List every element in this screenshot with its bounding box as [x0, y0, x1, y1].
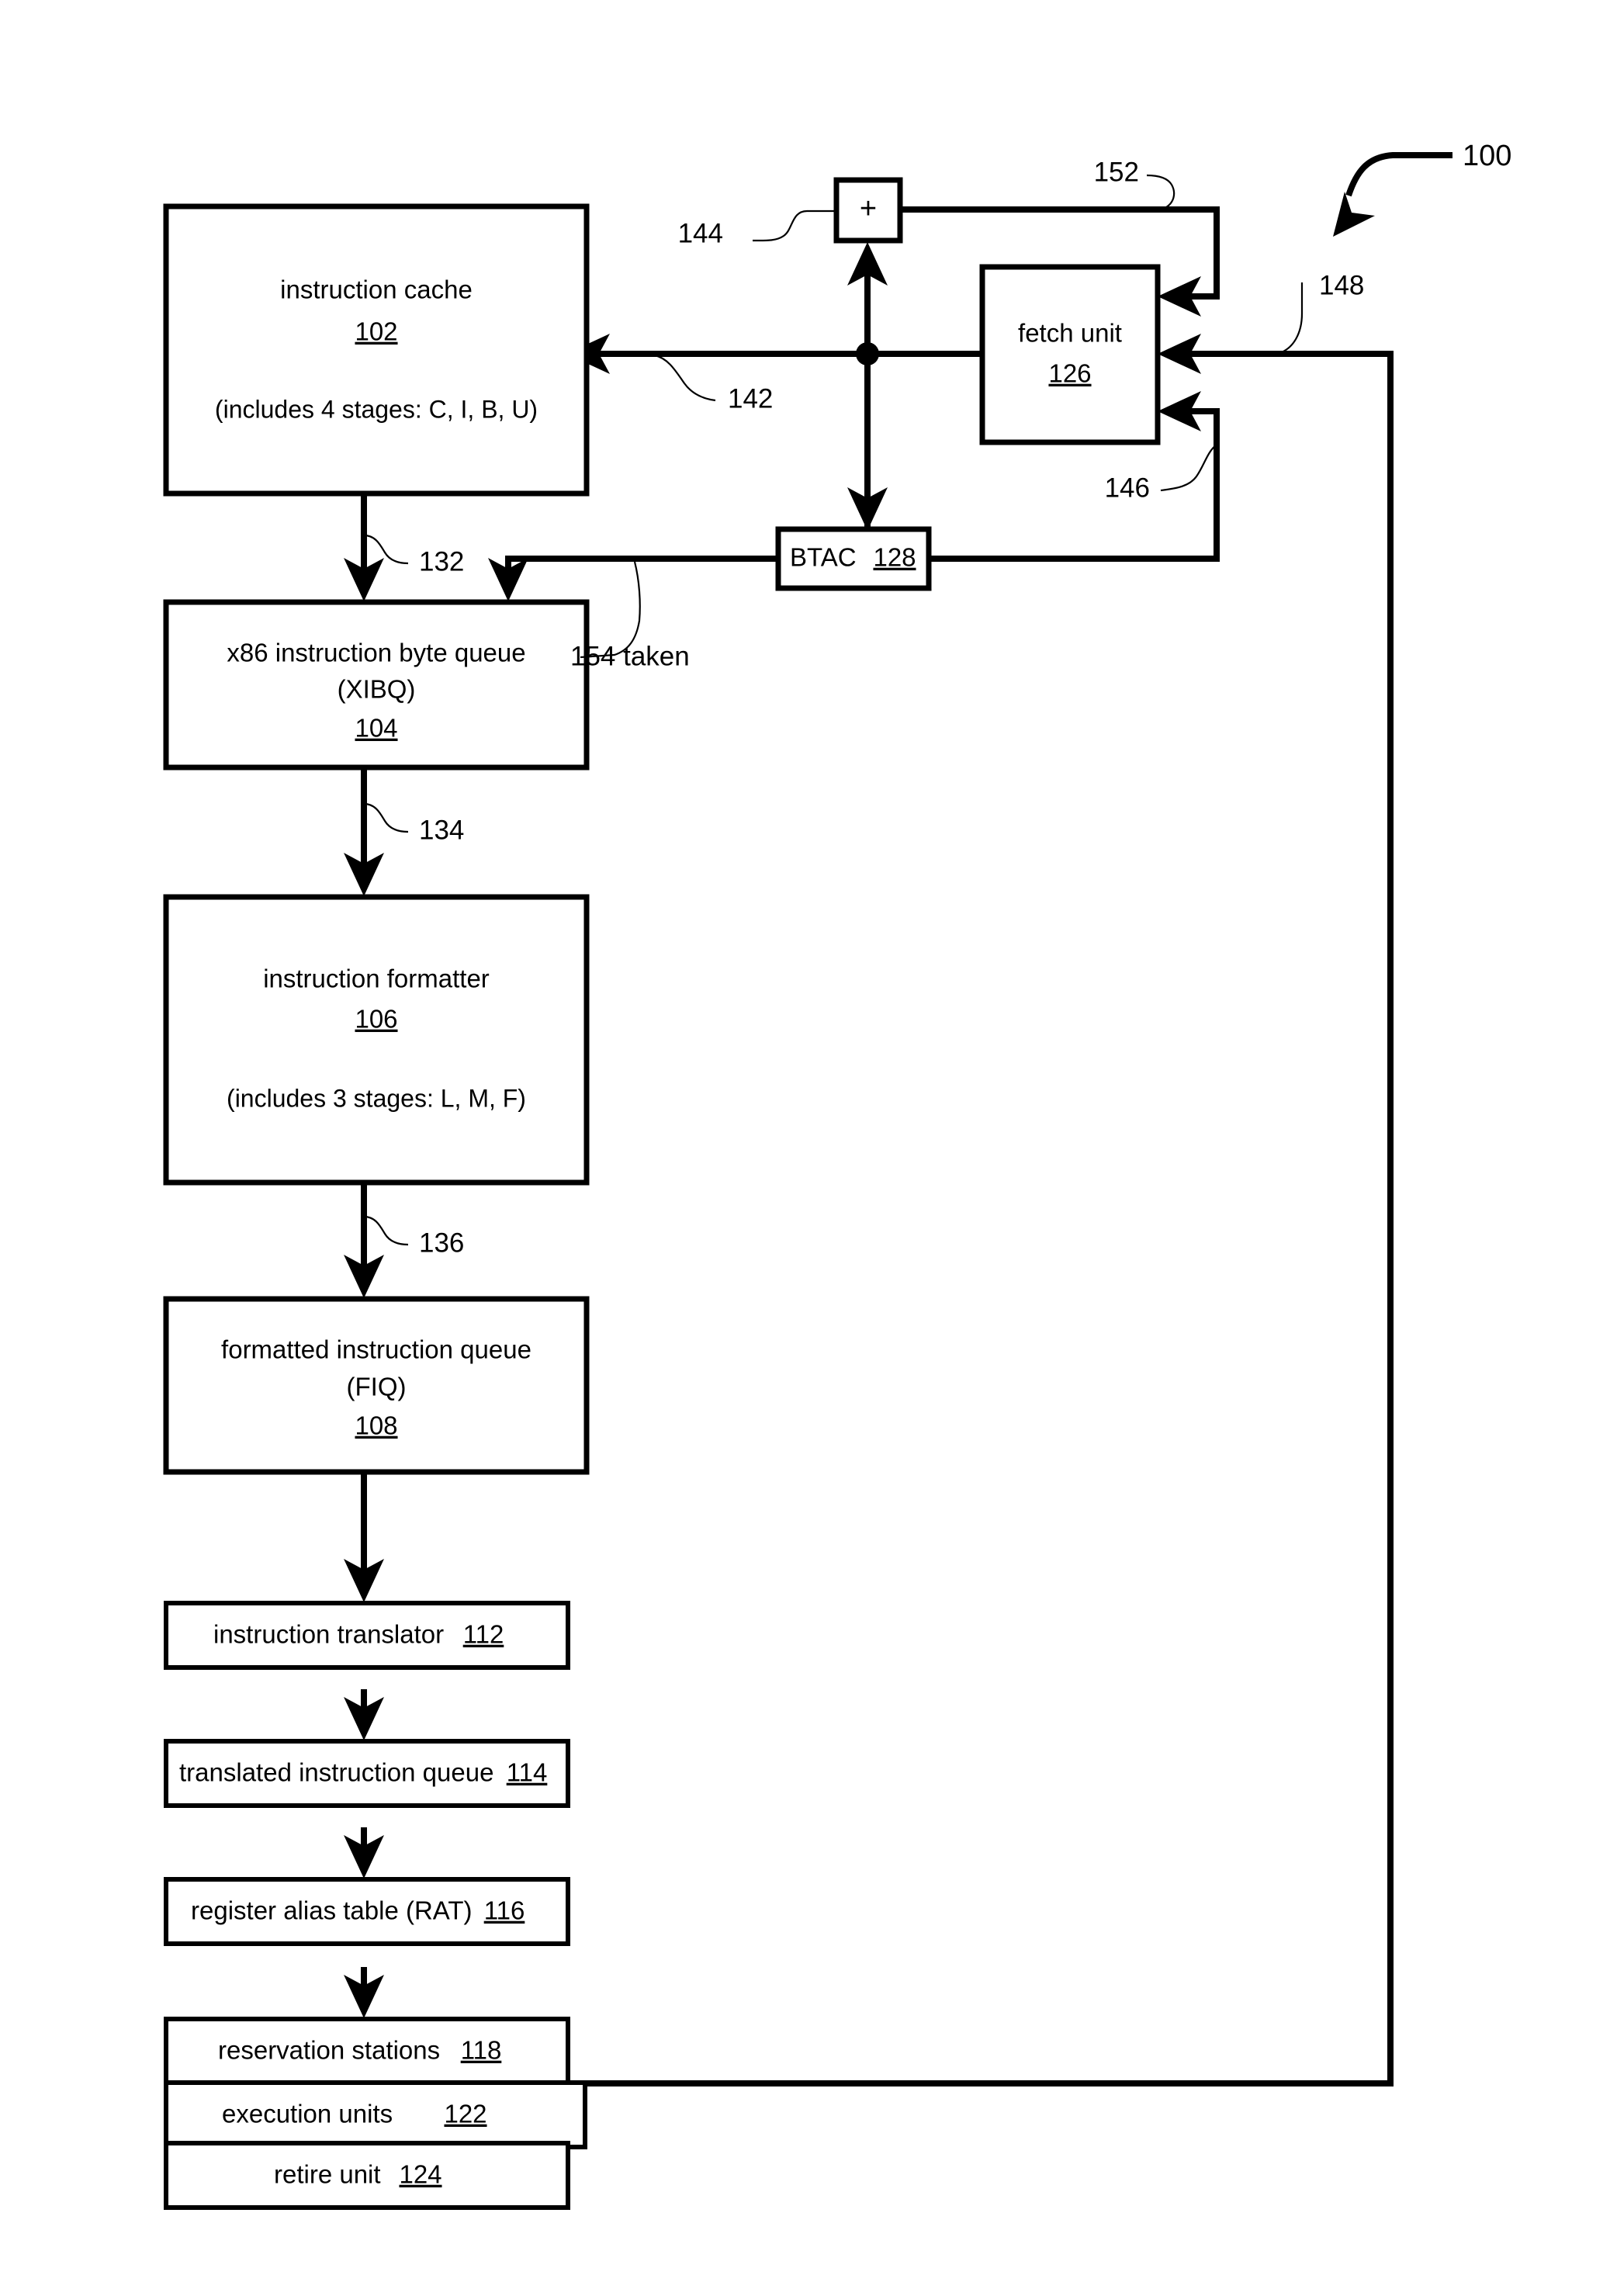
figure-ref-callout: 100 [1333, 140, 1511, 237]
block-register-alias-table[interactable]: register alias table (RAT) 116 [164, 1877, 570, 1946]
callout-132: 132 [363, 534, 464, 577]
block-instruction-translator[interactable]: instruction translator 112 [164, 1601, 570, 1670]
plus-icon: + [860, 192, 877, 225]
block-instruction-formatter[interactable]: instruction formatter 106 (includes 3 st… [163, 894, 590, 1186]
btac-label: BTAC [790, 543, 857, 572]
block-fetch-unit[interactable]: fetch unit 126 [979, 264, 1161, 445]
retire-unit-ref: 124 [399, 2160, 441, 2189]
reservation-stations-ref: 118 [461, 2036, 502, 2065]
block-instruction-cache[interactable]: instruction cache 102 (includes 4 stages… [163, 203, 590, 497]
wire-fiq-to-translator [344, 1472, 384, 1602]
callout-148: 148 [1276, 270, 1364, 355]
retire-unit-label: retire unit [274, 2160, 381, 2189]
callout-148-label: 148 [1319, 270, 1364, 300]
callout-142-label: 142 [728, 383, 773, 414]
fiq-label-line2: (FIQ) [347, 1373, 407, 1401]
wire-tiq-to-rat [344, 1827, 384, 1879]
figure-ref-number: 100 [1463, 140, 1511, 172]
block-xibq[interactable]: x86 instruction byte queue (XIBQ) 104 [163, 599, 590, 771]
instruction-translator-label: instruction translator [213, 1620, 444, 1649]
wire-136-formatter-to-fiq [344, 1183, 384, 1298]
instruction-translator-ref: 112 [463, 1620, 504, 1649]
block-translated-instruction-queue[interactable]: translated instruction queue 114 [164, 1739, 570, 1808]
instruction-cache-ref: 102 [355, 317, 397, 346]
callout-136: 136 [363, 1215, 464, 1258]
fetch-unit-label: fetch unit [1018, 319, 1122, 348]
fetch-unit-ref: 126 [1048, 359, 1091, 388]
callout-144: 144 [678, 210, 836, 248]
reservation-stations-label: reservation stations [218, 2036, 440, 2065]
btac-ref: 128 [873, 543, 916, 572]
callout-152-label: 152 [1094, 157, 1139, 187]
wire-rat-to-reservation [344, 1967, 384, 2018]
callout-144-label: 144 [678, 218, 723, 248]
block-execution-units[interactable]: execution units 122 [164, 2080, 587, 2149]
wire-adder-trunk [847, 242, 888, 531]
callout-142: 142 [654, 354, 773, 414]
block-retire-unit[interactable]: retire unit 124 [164, 2141, 570, 2210]
callout-134-label: 134 [419, 815, 464, 845]
block-fiq[interactable]: formatted instruction queue (FIQ) 108 [163, 1296, 590, 1475]
register-alias-table-label: register alias table (RAT) [191, 1896, 473, 1925]
instruction-formatter-stages: (includes 3 stages: L, M, F) [227, 1084, 526, 1112]
xibq-ref: 104 [355, 714, 397, 743]
instruction-cache-stages: (includes 4 stages: C, I, B, U) [215, 395, 538, 423]
callout-154-label: 154 taken [570, 641, 690, 671]
xibq-label-line1: x86 instruction byte queue [227, 639, 525, 667]
callout-136-label: 136 [419, 1228, 464, 1258]
translated-instruction-queue-ref: 114 [507, 1758, 548, 1787]
block-reservation-stations[interactable]: reservation stations 118 [164, 2017, 570, 2086]
fiq-ref: 108 [355, 1411, 397, 1440]
xibq-label-line2: (XIBQ) [338, 675, 416, 704]
wire-132-icache-to-xibq [344, 493, 384, 601]
instruction-formatter-label: instruction formatter [263, 964, 490, 993]
wire-translator-to-tiq [344, 1689, 384, 1740]
wire-154-btac-taken-to-xibq [488, 556, 778, 601]
callout-132-label: 132 [419, 546, 464, 577]
instruction-formatter-ref: 106 [355, 1005, 397, 1034]
pipeline-block-diagram: instruction cache 102 (includes 4 stages… [163, 140, 1511, 2210]
callout-146: 146 [1105, 444, 1217, 503]
register-alias-table-ref: 116 [484, 1896, 525, 1925]
translated-instruction-queue-label: translated instruction queue [179, 1758, 493, 1787]
callout-152: 152 [1094, 157, 1175, 211]
block-btac[interactable]: BTAC 128 [775, 526, 932, 591]
instruction-cache-label: instruction cache [280, 275, 473, 304]
execution-units-ref: 122 [444, 2100, 486, 2128]
execution-units-label: execution units [222, 2100, 393, 2128]
fiq-label-line1: formatted instruction queue [221, 1335, 531, 1364]
block-adder[interactable]: + [833, 177, 903, 244]
wire-148-execunits-to-fetch [585, 334, 1394, 2086]
patent-figure-container: instruction cache 102 (includes 4 stages… [0, 0, 1610, 2296]
wire-134-xibq-to-formatter [344, 767, 384, 896]
wire-junction-dot [856, 342, 879, 365]
wire-142-fetch-to-icache [566, 334, 982, 374]
callout-134: 134 [363, 802, 464, 845]
callout-146-label: 146 [1105, 473, 1150, 503]
